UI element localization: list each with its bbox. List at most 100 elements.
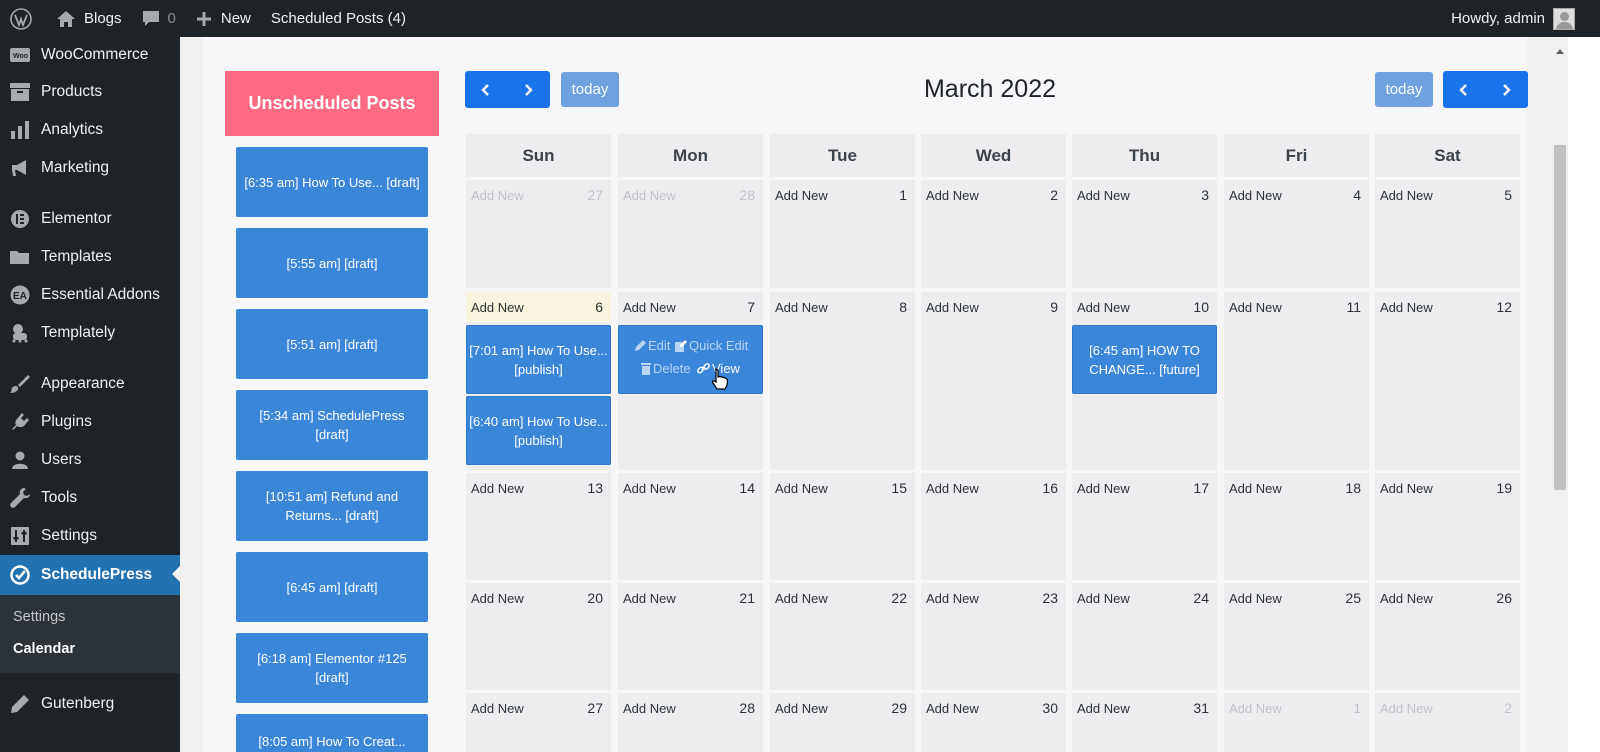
add-new-link[interactable]: Add New (775, 481, 828, 496)
new-content-link[interactable]: New (186, 0, 261, 37)
prev-month-button-right[interactable] (1443, 71, 1485, 108)
calendar-day-cell[interactable]: Add New 16 (921, 473, 1066, 580)
add-new-link[interactable]: Add New (1077, 591, 1130, 606)
add-new-link[interactable]: Add New (623, 701, 676, 716)
add-new-link[interactable]: Add New (1077, 481, 1130, 496)
add-new-link[interactable]: Add New (775, 591, 828, 606)
add-new-link[interactable]: Add New (471, 188, 524, 203)
menu-gutenberg[interactable]: Gutenberg (0, 685, 180, 723)
quick-edit-action[interactable]: Quick Edit (675, 338, 748, 353)
calendar-day-cell[interactable]: Add New 15 (770, 473, 915, 580)
prev-month-button[interactable] (465, 71, 507, 108)
add-new-link[interactable]: Add New (1229, 300, 1282, 315)
unscheduled-post[interactable]: [6:45 am] [draft] (236, 552, 428, 622)
add-new-link[interactable]: Add New (1380, 300, 1433, 315)
menu-products[interactable]: Products (0, 73, 180, 111)
calendar-day-cell[interactable]: Add New 8 (770, 292, 915, 470)
calendar-day-cell[interactable]: Add New 12 (1375, 292, 1520, 470)
calendar-event-hovered[interactable]: Edit Quick Edit Delete View (618, 325, 763, 394)
calendar-day-cell[interactable]: Add New 28 (618, 693, 763, 752)
menu-templately[interactable]: Templately (0, 314, 180, 352)
add-new-link[interactable]: Add New (926, 481, 979, 496)
unscheduled-post[interactable]: [6:35 am] How To Use... [draft] (236, 147, 428, 217)
add-new-link[interactable]: Add New (926, 591, 979, 606)
add-new-link[interactable]: Add New (1380, 701, 1433, 716)
menu-users[interactable]: Users (0, 441, 180, 479)
calendar-day-cell[interactable]: Add New 21 (618, 583, 763, 690)
calendar-day-cell[interactable]: Add New 17 (1072, 473, 1217, 580)
calendar-day-cell[interactable]: Add New 5 (1375, 180, 1520, 288)
scrollbar[interactable] (1552, 37, 1568, 752)
add-new-link[interactable]: Add New (1380, 188, 1433, 203)
calendar-day-cell[interactable]: Add New 30 (921, 693, 1066, 752)
calendar-day-cell[interactable]: Add New 27 (466, 180, 611, 288)
calendar-day-cell[interactable]: Add New 29 (770, 693, 915, 752)
calendar-day-cell[interactable]: Add New 20 (466, 583, 611, 690)
calendar-day-cell[interactable]: Add New 22 (770, 583, 915, 690)
scrollbar-thumb[interactable] (1554, 145, 1566, 490)
menu-schedulepress[interactable]: SchedulePress (0, 555, 180, 595)
menu-templates[interactable]: Templates (0, 238, 180, 276)
calendar-event[interactable]: [6:45 am] HOW TO CHANGE... [future] (1072, 325, 1217, 394)
delete-action[interactable]: Delete (641, 361, 691, 376)
add-new-link[interactable]: Add New (471, 591, 524, 606)
edit-action[interactable]: Edit (635, 338, 670, 353)
add-new-link[interactable]: Add New (623, 188, 676, 203)
calendar-event[interactable]: [7:01 am] How To Use... [publish] (466, 325, 611, 394)
add-new-link[interactable]: Add New (1229, 591, 1282, 606)
add-new-link[interactable]: Add New (623, 481, 676, 496)
add-new-link[interactable]: Add New (1229, 188, 1282, 203)
add-new-link[interactable]: Add New (1229, 701, 1282, 716)
calendar-day-cell[interactable]: Add New 1 (1224, 693, 1369, 752)
wordpress-logo[interactable] (0, 0, 46, 37)
calendar-day-cell[interactable]: Add New 23 (921, 583, 1066, 690)
submenu-settings[interactable]: Settings (0, 601, 180, 633)
site-name-link[interactable]: Blogs (46, 0, 132, 37)
add-new-link[interactable]: Add New (926, 701, 979, 716)
add-new-link[interactable]: Add New (775, 300, 828, 315)
add-new-link[interactable]: Add New (775, 188, 828, 203)
calendar-day-cell[interactable]: Add New 24 (1072, 583, 1217, 690)
next-month-button-right[interactable] (1485, 71, 1527, 108)
today-button-right[interactable]: today (1375, 72, 1433, 107)
add-new-link[interactable]: Add New (623, 300, 676, 315)
add-new-link[interactable]: Add New (1077, 188, 1130, 203)
today-button[interactable]: today (561, 72, 619, 107)
calendar-day-cell[interactable]: Add New 2 (921, 180, 1066, 288)
unscheduled-post[interactable]: [5:55 am] [draft] (236, 228, 428, 298)
scheduled-posts-link[interactable]: Scheduled Posts (4) (261, 0, 416, 37)
next-month-button[interactable] (507, 71, 549, 108)
calendar-day-cell[interactable]: Add New 13 (466, 473, 611, 580)
calendar-day-cell[interactable]: Add New 2 (1375, 693, 1520, 752)
calendar-day-cell[interactable]: Add New 31 (1072, 693, 1217, 752)
add-new-link[interactable]: Add New (471, 481, 524, 496)
comments-link[interactable]: 0 (132, 0, 186, 37)
add-new-link[interactable]: Add New (1380, 481, 1433, 496)
add-new-link[interactable]: Add New (926, 300, 979, 315)
scroll-up-arrow[interactable] (1556, 45, 1564, 54)
calendar-day-cell[interactable]: Add New 14 (618, 473, 763, 580)
menu-appearance[interactable]: Appearance (0, 365, 180, 403)
add-new-link[interactable]: Add New (1077, 701, 1130, 716)
add-new-link[interactable]: Add New (775, 701, 828, 716)
menu-analytics[interactable]: Analytics (0, 111, 180, 149)
menu-tools[interactable]: Tools (0, 479, 180, 517)
calendar-day-cell[interactable]: Add New 19 (1375, 473, 1520, 580)
add-new-link[interactable]: Add New (471, 300, 524, 315)
add-new-link[interactable]: Add New (1077, 300, 1130, 315)
calendar-event[interactable]: [6:40 am] How To Use... [publish] (466, 396, 611, 465)
unscheduled-post[interactable]: [5:34 am] SchedulePress [draft] (236, 390, 428, 460)
calendar-day-cell[interactable]: Add New 1 (770, 180, 915, 288)
menu-woocommerce[interactable]: Woo WooCommerce (0, 37, 180, 73)
calendar-day-cell[interactable]: Add New 26 (1375, 583, 1520, 690)
add-new-link[interactable]: Add New (623, 591, 676, 606)
calendar-day-cell[interactable]: Add New 25 (1224, 583, 1369, 690)
calendar-day-cell[interactable]: Add New 28 (618, 180, 763, 288)
calendar-day-cell[interactable]: Add New 4 (1224, 180, 1369, 288)
menu-elementor[interactable]: Elementor (0, 200, 180, 238)
add-new-link[interactable]: Add New (1229, 481, 1282, 496)
add-new-link[interactable]: Add New (1380, 591, 1433, 606)
menu-settings[interactable]: Settings (0, 517, 180, 555)
calendar-day-cell[interactable]: Add New 11 (1224, 292, 1369, 470)
unscheduled-post[interactable]: [5:51 am] [draft] (236, 309, 428, 379)
